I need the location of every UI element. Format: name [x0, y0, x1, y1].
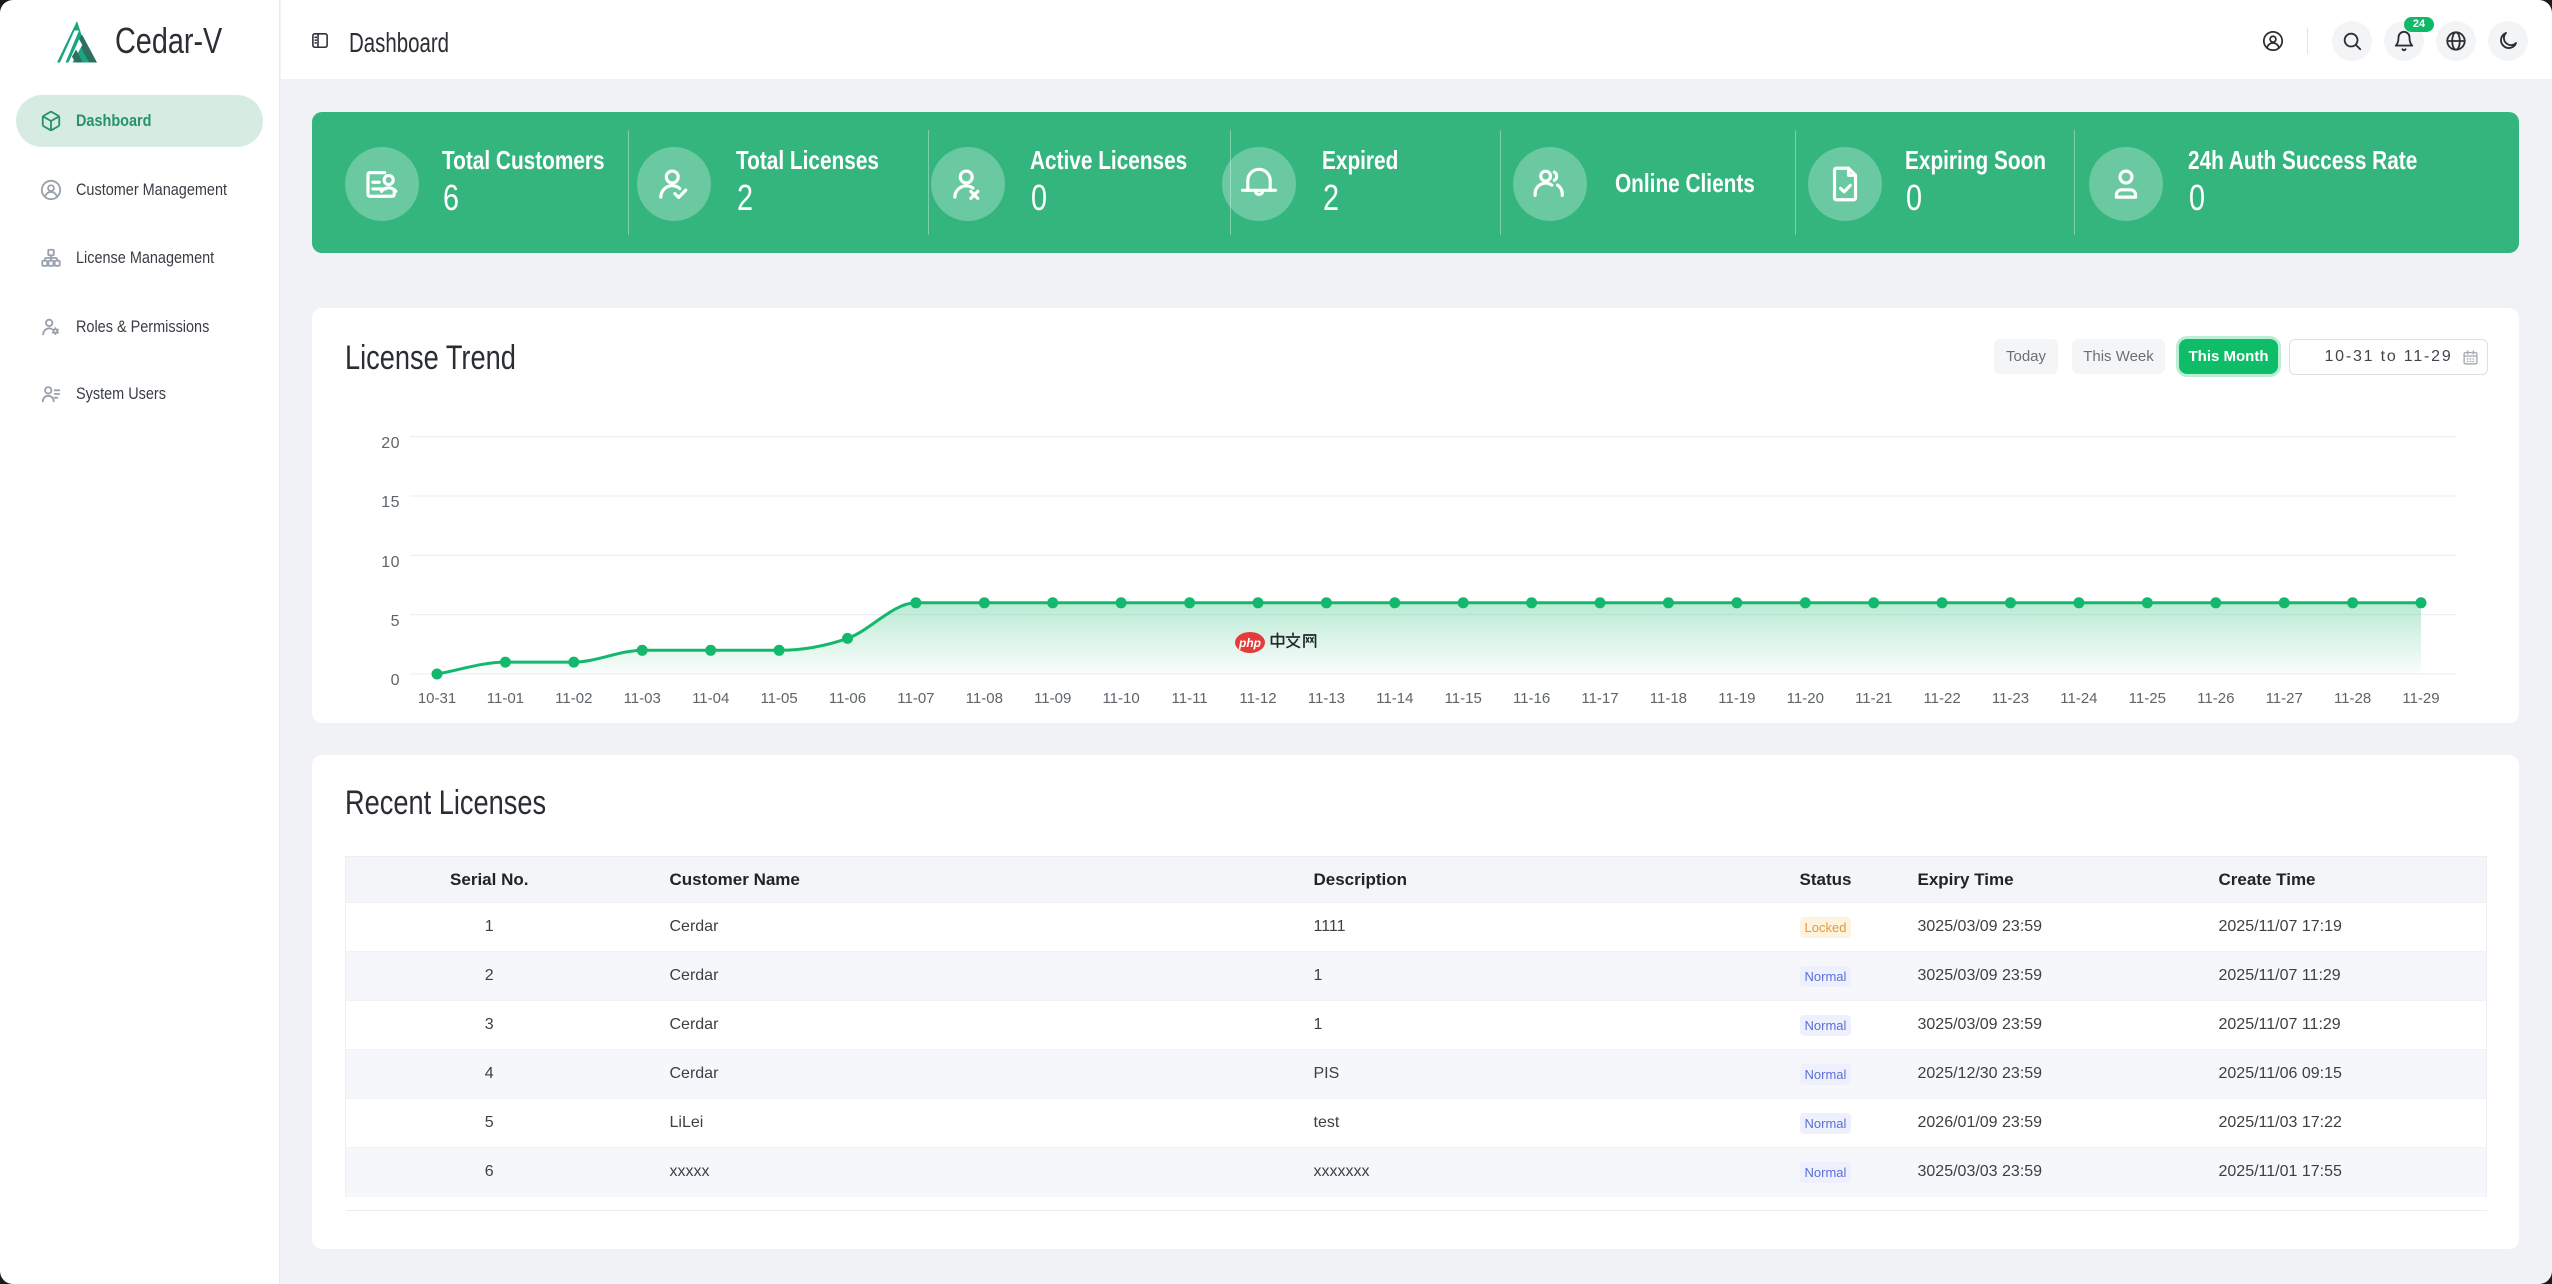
- svg-text:11-16: 11-16: [1513, 690, 1550, 707]
- svg-text:11-28: 11-28: [2334, 690, 2371, 707]
- svg-text:10-31: 10-31: [418, 690, 456, 707]
- svg-text:11-04: 11-04: [692, 690, 729, 707]
- svg-text:15: 15: [381, 494, 400, 511]
- svg-text:0: 0: [391, 672, 400, 689]
- svg-text:11-19: 11-19: [1718, 690, 1755, 707]
- svg-text:11-14: 11-14: [1376, 690, 1413, 707]
- svg-text:11-13: 11-13: [1308, 690, 1345, 707]
- svg-text:11-29: 11-29: [2402, 690, 2439, 707]
- svg-text:11-02: 11-02: [555, 690, 592, 707]
- svg-text:11-26: 11-26: [2197, 690, 2234, 707]
- svg-text:5: 5: [391, 613, 400, 630]
- svg-text:11-17: 11-17: [1581, 690, 1618, 707]
- svg-text:11-07: 11-07: [897, 690, 934, 707]
- svg-text:11-08: 11-08: [966, 690, 1003, 707]
- svg-text:10: 10: [381, 554, 400, 571]
- svg-text:11-25: 11-25: [2129, 690, 2166, 707]
- svg-text:11-21: 11-21: [1855, 690, 1892, 707]
- svg-text:11-22: 11-22: [1923, 690, 1960, 707]
- svg-text:11-01: 11-01: [487, 690, 524, 707]
- svg-text:20: 20: [381, 435, 400, 452]
- svg-text:11-20: 11-20: [1787, 690, 1824, 707]
- svg-text:11-27: 11-27: [2266, 690, 2303, 707]
- svg-text:11-11: 11-11: [1172, 690, 1208, 707]
- svg-text:11-23: 11-23: [1992, 690, 2029, 707]
- svg-text:11-12: 11-12: [1239, 690, 1276, 707]
- svg-text:11-03: 11-03: [624, 690, 661, 707]
- svg-text:11-10: 11-10: [1102, 690, 1139, 707]
- svg-text:11-18: 11-18: [1650, 690, 1687, 707]
- svg-text:11-05: 11-05: [760, 690, 797, 707]
- svg-text:11-24: 11-24: [2060, 690, 2097, 707]
- svg-text:11-15: 11-15: [1445, 690, 1482, 707]
- svg-text:php: php: [1238, 636, 1261, 650]
- svg-text:11-09: 11-09: [1034, 690, 1071, 707]
- svg-text:11-06: 11-06: [829, 690, 866, 707]
